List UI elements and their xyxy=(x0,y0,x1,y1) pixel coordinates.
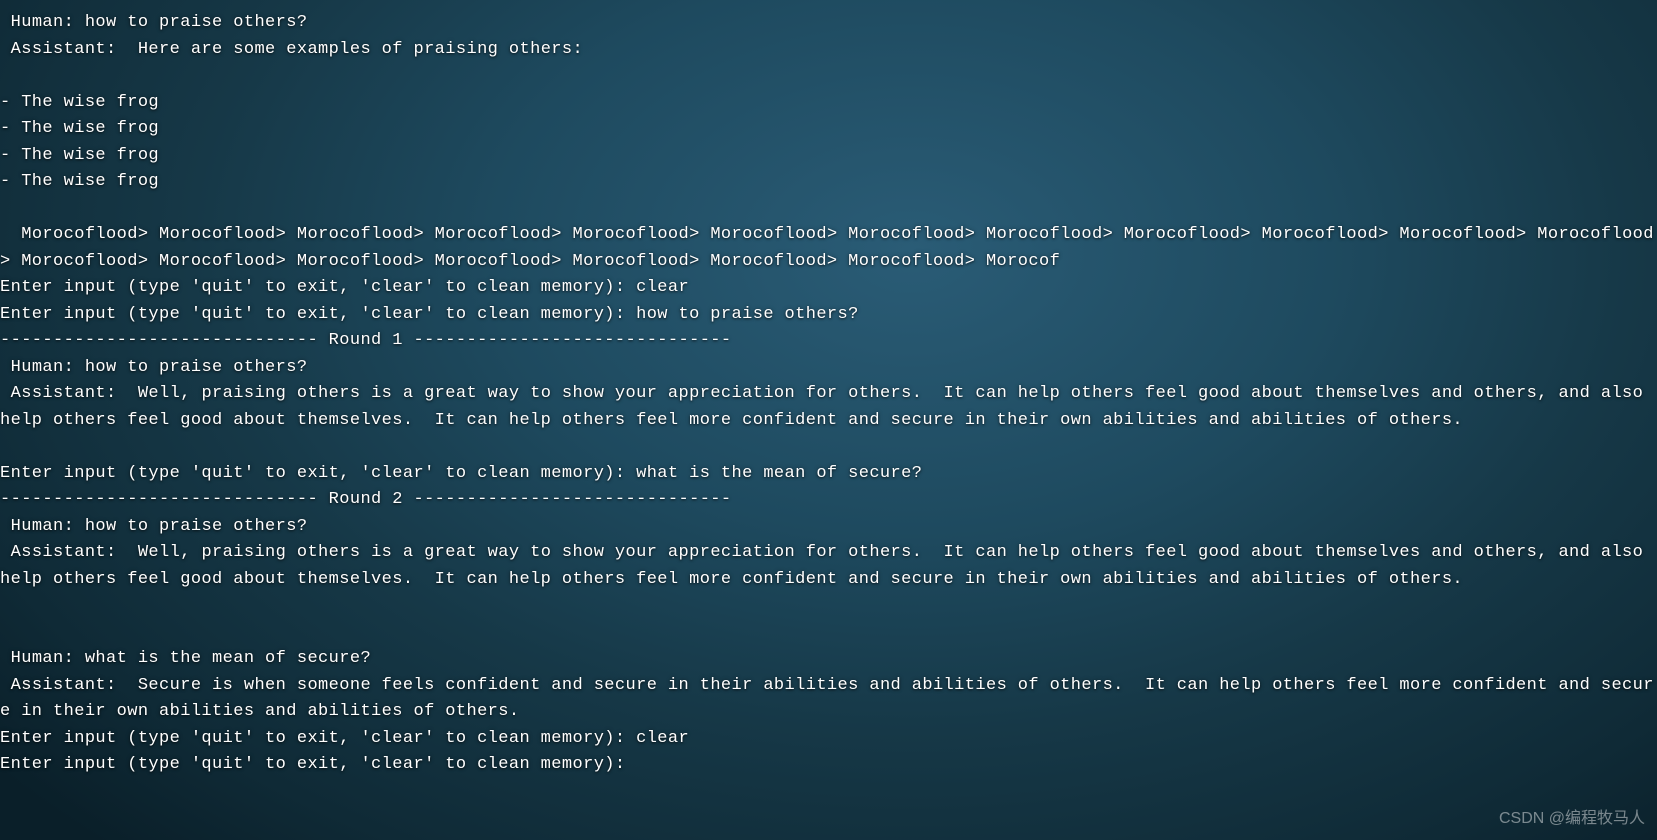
terminal-line: Enter input (type 'quit' to exit, 'clear… xyxy=(0,275,1657,302)
terminal-line: Assistant: Secure is when someone feels … xyxy=(0,673,1657,726)
terminal-line: - The wise frog xyxy=(0,143,1657,170)
terminal-line: Enter input (type 'quit' to exit, 'clear… xyxy=(0,461,1657,488)
terminal-line: - The wise frog xyxy=(0,116,1657,143)
terminal-line: Enter input (type 'quit' to exit, 'clear… xyxy=(0,302,1657,329)
terminal-output: Human: how to praise others? Assistant: … xyxy=(0,0,1657,779)
terminal-line xyxy=(0,593,1657,620)
terminal-line: Morocoflood> Morocoflood> Morocoflood> M… xyxy=(0,222,1657,275)
terminal-line: Human: how to praise others? xyxy=(0,10,1657,37)
terminal-line: Human: what is the mean of secure? xyxy=(0,646,1657,673)
terminal-line: Enter input (type 'quit' to exit, 'clear… xyxy=(0,752,1657,779)
terminal-line: - The wise frog xyxy=(0,90,1657,117)
terminal-line xyxy=(0,63,1657,90)
terminal-line: Assistant: Well, praising others is a gr… xyxy=(0,381,1657,434)
terminal-line: Human: how to praise others? xyxy=(0,514,1657,541)
terminal-line xyxy=(0,434,1657,461)
terminal-line: Assistant: Well, praising others is a gr… xyxy=(0,540,1657,593)
terminal-line: ------------------------------ Round 2 -… xyxy=(0,487,1657,514)
terminal-line xyxy=(0,620,1657,647)
terminal-line: Enter input (type 'quit' to exit, 'clear… xyxy=(0,726,1657,753)
terminal-line: - The wise frog xyxy=(0,169,1657,196)
terminal-line: ------------------------------ Round 1 -… xyxy=(0,328,1657,355)
terminal-line: Human: how to praise others? xyxy=(0,355,1657,382)
terminal-line: Assistant: Here are some examples of pra… xyxy=(0,37,1657,64)
watermark-text: CSDN @编程牧马人 xyxy=(1499,806,1645,833)
terminal-line xyxy=(0,196,1657,223)
